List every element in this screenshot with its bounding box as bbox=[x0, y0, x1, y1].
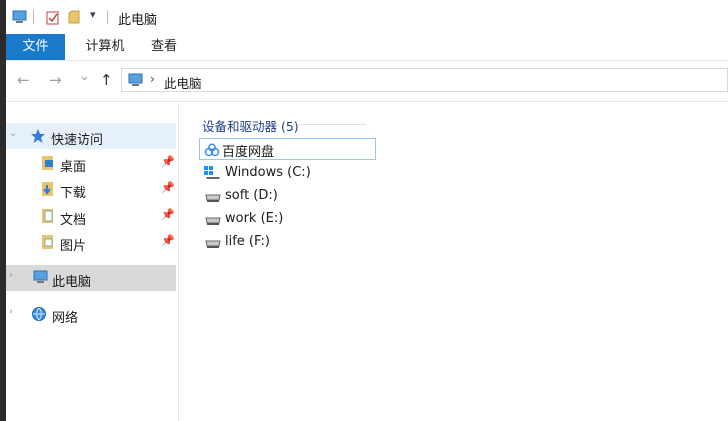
computer-icon bbox=[33, 270, 48, 283]
recent-locations-button[interactable]: ⌄ bbox=[79, 69, 90, 84]
desktop-folder-icon bbox=[42, 156, 53, 170]
sidebar-item-network[interactable]: › 网络 bbox=[6, 301, 176, 327]
drive-label: Windows (C:) bbox=[225, 165, 311, 180]
sidebar-item-this-pc[interactable]: › 此电脑 bbox=[6, 265, 176, 291]
tab-file[interactable]: 文件 bbox=[6, 34, 65, 60]
sidebar-item-label: 下载 bbox=[60, 186, 87, 201]
network-icon bbox=[32, 307, 46, 321]
properties-icon[interactable] bbox=[46, 10, 60, 25]
drive-label: 百度网盘 bbox=[222, 145, 275, 160]
tab-view[interactable]: 查看 bbox=[146, 34, 182, 60]
sidebar-item-quick-access[interactable]: ⌄ 快速访问 bbox=[6, 123, 176, 149]
drive-item-d[interactable]: soft (D:) bbox=[202, 185, 392, 207]
sidebar-item-downloads[interactable]: 下载 📌 bbox=[6, 176, 176, 202]
star-icon bbox=[31, 129, 45, 143]
sidebar-item-label: 快速访问 bbox=[51, 133, 104, 148]
drive-item-baidu[interactable]: 百度网盘 bbox=[199, 138, 376, 160]
windows-drive-icon bbox=[204, 166, 220, 179]
drive-item-e[interactable]: work (E:) bbox=[202, 208, 392, 230]
breadcrumb-chevron-icon[interactable]: › bbox=[150, 72, 155, 86]
new-folder-icon[interactable] bbox=[68, 10, 80, 25]
chevron-right-icon[interactable]: › bbox=[9, 306, 13, 317]
toolbar-separator bbox=[107, 10, 108, 24]
sidebar-item-label: 图片 bbox=[60, 239, 87, 254]
sidebar-item-pictures[interactable]: 图片 📌 bbox=[6, 229, 176, 255]
navigation-pane: ⌄ 快速访问 桌面 📌 下载 📌 文档 📌 图片 📌 › 此电脑 › 网络 bbox=[6, 102, 179, 421]
hard-drive-icon bbox=[205, 194, 221, 202]
hard-drive-icon bbox=[205, 240, 221, 248]
group-header-devices[interactable]: 设备和驱动器 (5) bbox=[202, 116, 299, 135]
pin-icon[interactable]: 📌 bbox=[161, 181, 175, 194]
sidebar-item-label: 桌面 bbox=[60, 160, 87, 175]
title-bar: ▾ 此电脑 bbox=[6, 0, 728, 34]
computer-icon bbox=[128, 73, 143, 86]
file-explorer-window: ▾ 此电脑 文件 计算机 查看 ← → ⌄ ↑ › 此电脑 ⌄ 快速访问 桌面 … bbox=[6, 0, 728, 421]
sidebar-item-documents[interactable]: 文档 📌 bbox=[6, 203, 176, 229]
navigation-bar: ← → ⌄ ↑ › 此电脑 bbox=[6, 61, 728, 102]
pin-icon[interactable]: 📌 bbox=[161, 155, 175, 168]
drive-label: life (F:) bbox=[225, 234, 270, 249]
up-button[interactable]: ↑ bbox=[100, 71, 113, 89]
tab-computer[interactable]: 计算机 bbox=[77, 34, 133, 60]
baidu-cloud-icon bbox=[204, 143, 220, 157]
chevron-down-icon[interactable]: ⌄ bbox=[9, 128, 17, 139]
drive-label: work (E:) bbox=[225, 211, 284, 226]
breadcrumb-this-pc[interactable]: 此电脑 bbox=[164, 73, 202, 92]
sidebar-item-label: 网络 bbox=[52, 311, 79, 326]
window-title: 此电脑 bbox=[118, 13, 158, 28]
toolbar-separator bbox=[33, 10, 34, 24]
sidebar-item-desktop[interactable]: 桌面 📌 bbox=[6, 150, 176, 176]
group-divider bbox=[299, 124, 366, 125]
computer-icon[interactable] bbox=[12, 10, 28, 24]
address-bar[interactable]: › 此电脑 bbox=[121, 68, 728, 92]
drive-item-f[interactable]: life (F:) bbox=[202, 231, 392, 253]
back-button[interactable]: ← bbox=[17, 71, 30, 89]
ribbon-tabs: 文件 计算机 查看 bbox=[6, 34, 728, 61]
pin-icon[interactable]: 📌 bbox=[161, 234, 175, 247]
pin-icon[interactable]: 📌 bbox=[161, 208, 175, 221]
hard-drive-icon bbox=[205, 217, 221, 225]
pictures-folder-icon bbox=[42, 235, 53, 249]
sidebar-item-label: 此电脑 bbox=[52, 275, 92, 290]
drive-label: soft (D:) bbox=[225, 188, 278, 203]
quick-access-dropdown-icon[interactable]: ▾ bbox=[90, 8, 96, 21]
sidebar-item-label: 文档 bbox=[60, 213, 87, 228]
content-pane: 设备和驱动器 (5) 百度网盘 Windows (C:) soft (D:) w… bbox=[179, 102, 728, 421]
chevron-right-icon[interactable]: › bbox=[9, 270, 13, 281]
downloads-folder-icon bbox=[42, 182, 53, 196]
drive-item-c[interactable]: Windows (C:) bbox=[202, 162, 392, 184]
forward-button[interactable]: → bbox=[49, 71, 62, 89]
documents-folder-icon bbox=[42, 209, 53, 223]
